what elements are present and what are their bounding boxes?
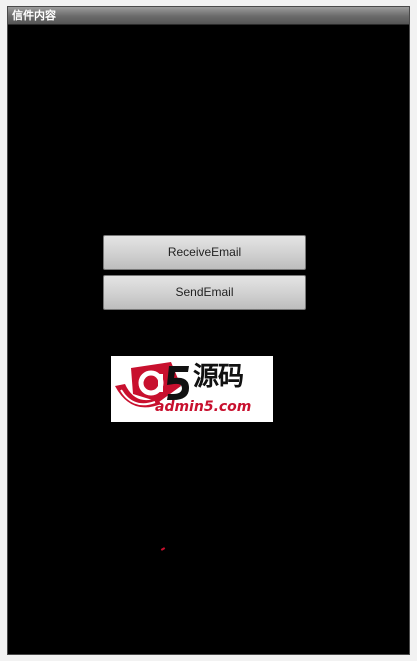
- app-screen: 信件内容 ReceiveEmail SendEmail 源码 admin5.co…: [7, 6, 410, 655]
- device-frame: 信件内容 ReceiveEmail SendEmail 源码 admin5.co…: [0, 0, 417, 661]
- red-artifact-mark: [160, 547, 166, 551]
- admin5-logo: 源码 admin5.com: [111, 356, 273, 422]
- title-bar: 信件内容: [8, 7, 409, 25]
- window-title: 信件内容: [12, 9, 56, 22]
- logo-brand-text: 源码: [193, 362, 244, 392]
- logo-url-text: admin5.com: [155, 399, 252, 415]
- send-email-button[interactable]: SendEmail: [103, 275, 306, 310]
- receive-email-button[interactable]: ReceiveEmail: [103, 235, 306, 270]
